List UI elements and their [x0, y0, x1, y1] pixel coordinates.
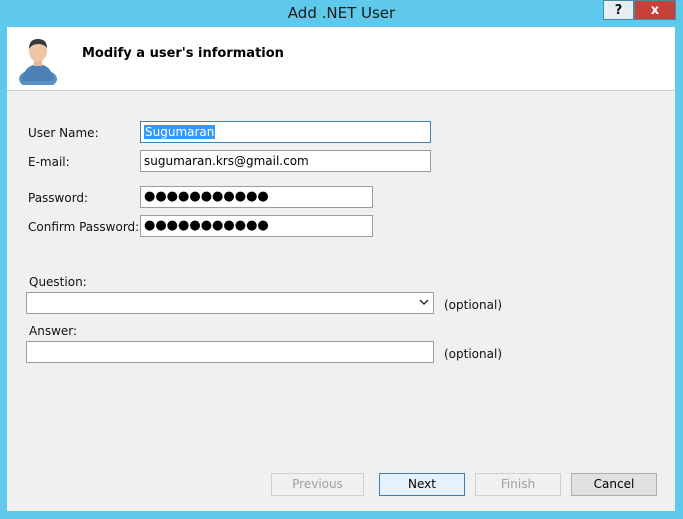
- answer-field[interactable]: [26, 341, 434, 363]
- answer-optional-label: (optional): [444, 347, 502, 361]
- next-button[interactable]: Next: [379, 473, 465, 496]
- close-button[interactable]: x: [634, 0, 676, 20]
- page-title: Modify a user's information: [82, 46, 284, 61]
- email-field[interactable]: sugumaran.krs@gmail.com: [140, 150, 431, 172]
- wizard-header: Modify a user's information: [7, 27, 675, 91]
- confirm-password-label: Confirm Password:: [28, 220, 140, 234]
- chevron-down-icon: [419, 299, 429, 306]
- previous-button[interactable]: Previous: [271, 473, 364, 496]
- answer-label: Answer:: [29, 324, 78, 338]
- help-button[interactable]: ?: [603, 0, 634, 20]
- confirm-password-field[interactable]: ●●●●●●●●●●●: [140, 215, 373, 237]
- window-title: Add .NET User: [287, 4, 396, 22]
- username-label: User Name:: [28, 126, 99, 140]
- username-value: Sugumaran: [144, 125, 216, 139]
- question-optional-label: (optional): [444, 298, 502, 312]
- user-avatar-icon: [19, 39, 57, 85]
- password-label: Password:: [28, 191, 89, 205]
- username-field[interactable]: Sugumaran: [140, 121, 431, 143]
- wizard-content: User Name: Sugumaran E-mail: sugumaran.k…: [7, 91, 675, 511]
- question-dropdown[interactable]: [26, 292, 434, 314]
- email-label: E-mail:: [28, 155, 70, 169]
- password-field[interactable]: ●●●●●●●●●●●: [140, 186, 373, 208]
- title-bar: Add .NET User ? x: [0, 0, 683, 26]
- cancel-button[interactable]: Cancel: [571, 473, 657, 496]
- question-label: Question:: [29, 275, 87, 289]
- finish-button[interactable]: Finish: [475, 473, 561, 496]
